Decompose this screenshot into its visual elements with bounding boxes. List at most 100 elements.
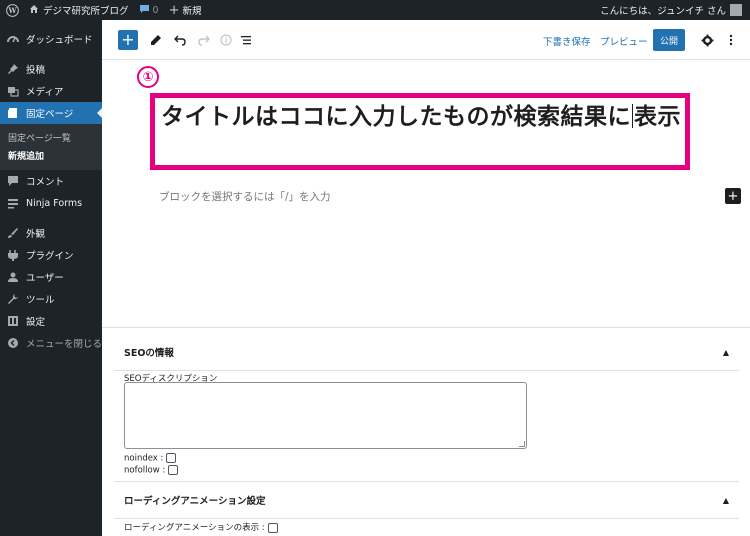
step-number-badge: ① [137, 66, 159, 88]
menu-dashboard[interactable]: ダッシュボード [0, 28, 102, 50]
nofollow-checkbox[interactable] [168, 465, 179, 475]
plus-icon: + [168, 2, 180, 18]
greeting-text: こんにちは、ジュンイチ さん [600, 6, 726, 17]
dashboard-icon [6, 32, 20, 46]
site-name-link[interactable]: デジマ研究所ブログ [24, 0, 134, 20]
menu-media[interactable]: メディア [0, 80, 102, 102]
submenu-all-pages[interactable]: 固定ページ一覧 [0, 128, 102, 146]
form-icon [6, 196, 20, 210]
publish-button[interactable]: 公開 [653, 29, 685, 51]
preview-button[interactable]: プレビュー [600, 34, 648, 48]
plus-icon: + [727, 188, 739, 204]
wordpress-logo-icon[interactable]: W [0, 0, 24, 20]
seo-description-textarea[interactable] [124, 382, 527, 449]
menu-label: コメント [26, 177, 65, 188]
menu-label: ツール [26, 295, 55, 306]
nofollow-label: nofollow : [124, 465, 166, 476]
text-caret [632, 104, 633, 128]
brush-icon [6, 226, 20, 240]
pages-submenu: 固定ページ一覧 新規追加 [0, 124, 102, 170]
comment-bubble-icon [139, 4, 150, 17]
comments-count: 0 [152, 4, 159, 16]
user-greeting[interactable]: こんにちは、ジュンイチ さん [595, 0, 750, 20]
inline-add-block-button[interactable]: + [725, 188, 741, 204]
post-title-input[interactable]: タイトルはココに入力したものが検索結果に 表示 [161, 101, 689, 133]
avatar [730, 4, 742, 16]
menu-label: メニューを閉じる [26, 339, 103, 350]
plugin-icon [6, 248, 20, 262]
block-placeholder[interactable]: ブロックを選択するには「/」を入力 [159, 189, 331, 204]
menu-label: ダッシュボード [26, 35, 93, 46]
menu-users[interactable]: ユーザー [0, 266, 102, 288]
collapse-arrow-icon[interactable]: ▲ [723, 348, 729, 357]
editor-header: + 下書き保存 プレビュー 公開 [102, 20, 750, 60]
title-text-part: タイトルはココに入力したものが検索結果に [161, 104, 631, 130]
menu-settings[interactable]: 設定 [0, 310, 102, 332]
menu-comments[interactable]: コメント [0, 170, 102, 192]
media-icon [6, 84, 20, 98]
menu-label: ユーザー [26, 273, 64, 284]
more-options-button[interactable] [721, 30, 741, 50]
more-vertical-icon [729, 34, 733, 46]
meta-boxes-area: SEOの情報 ▲ SEOディスクリプション noindex : nofollow… [102, 327, 750, 536]
menu-collapse[interactable]: メニューを閉じる [0, 332, 102, 354]
wrench-icon [6, 292, 20, 306]
user-icon [6, 270, 20, 284]
menu-label: 設定 [26, 317, 46, 328]
title-text-part: 表示 [634, 104, 681, 130]
home-icon [29, 4, 39, 17]
comment-icon [6, 174, 20, 188]
menu-tools[interactable]: ツール [0, 288, 102, 310]
add-block-button[interactable]: + [118, 30, 138, 50]
menu-label: メディア [26, 87, 64, 98]
pencil-icon [151, 35, 161, 45]
menu-plugins[interactable]: プラグイン [0, 244, 102, 266]
redo-button[interactable] [194, 30, 214, 50]
loading-display-row: ローディングアニメーションの表示 : [124, 521, 278, 533]
admin-sidebar: ダッシュボード 投稿 メディア 固定ページ 固定ページ一覧 新規追加 コメント … [0, 20, 102, 536]
noindex-checkbox[interactable] [166, 453, 177, 463]
menu-pages[interactable]: 固定ページ [0, 102, 102, 124]
collapse-arrow-icon[interactable]: ▲ [723, 496, 729, 505]
save-draft-button[interactable]: 下書き保存 [543, 34, 591, 48]
editor-canvas: ① タイトルはココに入力したものが検索結果に 表示 ブロックを選択するには「/」を… [102, 60, 750, 328]
menu-label: 投稿 [26, 65, 46, 76]
pin-icon [6, 62, 20, 76]
info-icon [220, 34, 232, 46]
settings-button[interactable] [697, 30, 717, 50]
menu-ninja-forms[interactable]: Ninja Forms [0, 192, 102, 214]
loading-display-checkbox[interactable] [267, 522, 278, 533]
admin-bar: W デジマ研究所ブログ 0 + 新規 こんにちは、ジュンイチ さん [0, 0, 750, 20]
menu-posts[interactable]: 投稿 [0, 58, 102, 80]
loading-panel-title: ローディングアニメーション設定 [124, 496, 266, 507]
collapse-icon [6, 336, 20, 350]
loading-panel-header[interactable]: ローディングアニメーション設定 ▲ [114, 482, 739, 519]
page-icon [6, 106, 20, 120]
menu-label: Ninja Forms [26, 197, 83, 209]
settings-icon [6, 314, 20, 328]
list-view-icon [241, 36, 251, 45]
noindex-label: noindex : [124, 453, 164, 464]
menu-appearance[interactable]: 外観 [0, 222, 102, 244]
menu-label: 外観 [26, 229, 46, 240]
comments-link[interactable]: 0 [134, 0, 164, 20]
redo-icon [198, 35, 210, 46]
undo-button[interactable] [170, 30, 190, 50]
plus-icon: + [121, 30, 135, 49]
undo-icon [174, 35, 186, 46]
menu-label: 固定ページ [26, 109, 74, 120]
title-highlight-box: タイトルはココに入力したものが検索結果に 表示 [150, 93, 690, 170]
new-content-link[interactable]: + 新規 [164, 0, 207, 20]
tools-button[interactable] [146, 30, 166, 50]
nofollow-row: nofollow : [124, 465, 179, 476]
seo-panel-header[interactable]: SEOの情報 ▲ [114, 334, 739, 371]
gear-icon [701, 34, 713, 46]
menu-label: プラグイン [26, 251, 74, 262]
new-label: 新規 [182, 6, 202, 17]
noindex-row: noindex : [124, 453, 177, 464]
resize-handle[interactable] [519, 441, 525, 447]
submenu-add-new[interactable]: 新規追加 [0, 146, 102, 164]
list-view-button[interactable] [236, 30, 256, 50]
svg-text:W: W [7, 6, 17, 15]
details-button[interactable] [216, 30, 236, 50]
